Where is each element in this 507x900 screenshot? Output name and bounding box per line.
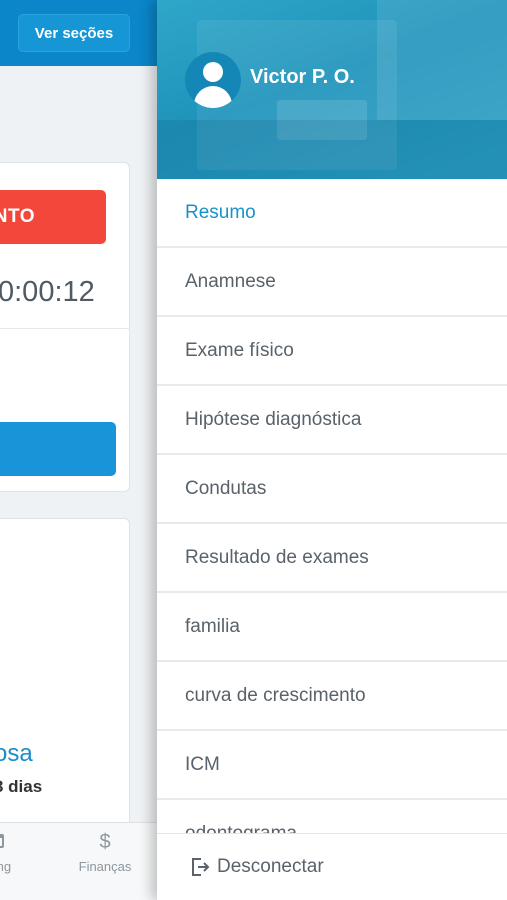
header-background-image xyxy=(377,0,507,120)
menu-item-hipotese-diagnostica[interactable]: Hipótese diagnóstica xyxy=(157,386,507,455)
menu-item-resumo[interactable]: Resumo xyxy=(157,179,507,248)
bottom-navigation: eting $ Finanças xyxy=(0,822,160,900)
header-background-image xyxy=(157,120,507,179)
user-name: Victor P. O. xyxy=(250,66,355,88)
patient-age: 3 dias xyxy=(0,777,43,796)
menu-item-familia[interactable]: familia xyxy=(157,593,507,662)
dollar-icon: $ xyxy=(99,831,111,853)
menu-item-curva-crescimento[interactable]: curva de crescimento xyxy=(157,662,507,731)
navigation-drawer: Victor P. O. Resumo Anamnese Exame físic… xyxy=(157,0,507,900)
nav-item-financas[interactable]: $ Finanças xyxy=(70,823,140,900)
logout-icon xyxy=(189,856,211,878)
menu-item-exame-fisico[interactable]: Exame físico xyxy=(157,317,507,386)
finish-appointment-button[interactable]: NTO xyxy=(0,190,106,244)
card-divider xyxy=(0,328,130,329)
menu-item-condutas[interactable]: Condutas xyxy=(157,455,507,524)
menu-item-resultado-exames[interactable]: Resultado de exames xyxy=(157,524,507,593)
nav-label: Finanças xyxy=(78,859,132,874)
patient-name: osa xyxy=(0,740,33,767)
user-avatar-icon xyxy=(185,52,241,108)
menu-item-anamnese[interactable]: Anamnese xyxy=(157,248,507,317)
nav-label: eting xyxy=(0,859,12,874)
drawer-header: Victor P. O. xyxy=(157,0,507,179)
drawer-menu: Resumo Anamnese Exame físico Hipótese di… xyxy=(157,179,507,833)
nav-item-meeting[interactable]: eting xyxy=(0,823,32,900)
logout-button[interactable]: Desconectar xyxy=(157,833,507,900)
logout-label: Desconectar xyxy=(217,856,324,877)
calendar-icon xyxy=(0,831,32,853)
menu-item-odontograma[interactable]: odontograma xyxy=(157,800,507,834)
primary-action-button[interactable] xyxy=(0,422,116,476)
consultation-timer: 0:00:12 xyxy=(0,276,95,308)
ver-secoes-button[interactable]: Ver seções xyxy=(18,14,130,52)
menu-item-icm[interactable]: ICM xyxy=(157,731,507,800)
